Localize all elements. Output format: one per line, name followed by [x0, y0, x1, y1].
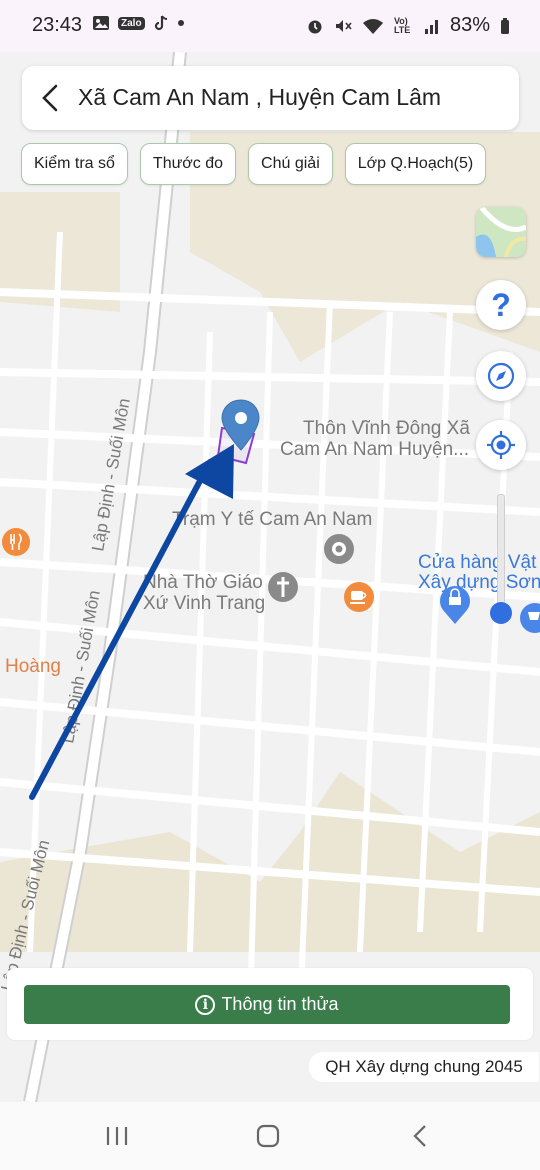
volte-icon: Vo) LTE	[393, 15, 411, 35]
compass-button[interactable]	[476, 351, 526, 401]
map-layer-icon[interactable]	[476, 207, 526, 257]
battery-icon	[501, 17, 509, 34]
info-icon: i	[195, 994, 216, 1015]
map-label-clinic: Trạm Y tế Cam An Nam	[172, 509, 372, 530]
map-label-store-2: Xây dựng Sơn	[418, 572, 540, 593]
map-label-store-1: Cửa hàng Vật	[418, 552, 537, 573]
chip-check-book[interactable]: Kiểm tra sổ	[21, 143, 128, 185]
alarm-icon	[308, 20, 322, 33]
chip-ruler[interactable]: Thước đo	[139, 143, 237, 185]
status-right-icons: Vo) LTE 83%	[306, 14, 510, 37]
header-card: Xã Cam An Nam , Huyện Cam Lâm	[22, 66, 519, 130]
locate-button[interactable]	[476, 420, 526, 470]
chip-planning-layers[interactable]: Lớp Q.Hoạch(5)	[344, 143, 487, 185]
back-icon[interactable]	[400, 1120, 440, 1152]
signal-icon	[424, 19, 438, 34]
system-nav-bar	[0, 1102, 540, 1170]
clinic-poi-icon[interactable]	[324, 534, 354, 564]
restaurant-poi-icon[interactable]	[2, 528, 30, 556]
wifi-icon	[362, 18, 383, 34]
map-label-hoang: Hoàng	[5, 656, 61, 677]
parcel-info-label: Thông tin thửa	[221, 994, 339, 1014]
dot-icon	[177, 20, 184, 26]
map-label-church-2: Xứ Vinh Trang	[143, 593, 265, 614]
map-label-village: Thôn Vĩnh Đông Xã	[303, 418, 470, 439]
toolbar-chips: Kiểm tra sổ Thước đo Chú giải Lớp Q.Hoạc…	[21, 143, 487, 185]
map-label-church-1: Nhà Thờ Giáo	[143, 572, 263, 593]
page-title: Xã Cam An Nam , Huyện Cam Lâm	[78, 84, 442, 110]
recents-icon[interactable]	[97, 1120, 137, 1152]
question-icon: ?	[491, 286, 511, 323]
my-location-icon	[487, 431, 515, 459]
compass-icon	[487, 362, 515, 390]
tiktok-icon	[154, 15, 167, 31]
map-view[interactable]: Thôn Vĩnh Đông Xã Cam An Nam Huyện... Tr…	[0, 52, 540, 1102]
mute-icon	[335, 19, 352, 32]
zalo-icon: Zalo	[118, 16, 145, 30]
home-icon[interactable]	[248, 1120, 288, 1152]
image-icon	[93, 16, 109, 30]
chevron-left-icon[interactable]	[36, 80, 68, 116]
status-bar: 23:43 Zalo Vo) LTE 83%	[0, 0, 540, 52]
bottom-panel: i Thông tin thửa	[7, 968, 533, 1040]
battery-percent: 83%	[449, 14, 490, 36]
parcel-info-button[interactable]: i Thông tin thửa	[24, 985, 510, 1024]
cafe-poi-icon[interactable]	[344, 582, 374, 612]
status-left-icons: Zalo	[92, 14, 185, 32]
church-poi-icon[interactable]	[268, 572, 298, 602]
planning-badge[interactable]: QH Xây dựng chung 2045	[309, 1052, 539, 1082]
chip-legend[interactable]: Chú giải	[248, 143, 333, 185]
status-time: 23:43	[32, 14, 83, 36]
map-label-village-2: Cam An Nam Huyện...	[280, 439, 469, 460]
help-button[interactable]: ?	[476, 280, 526, 330]
